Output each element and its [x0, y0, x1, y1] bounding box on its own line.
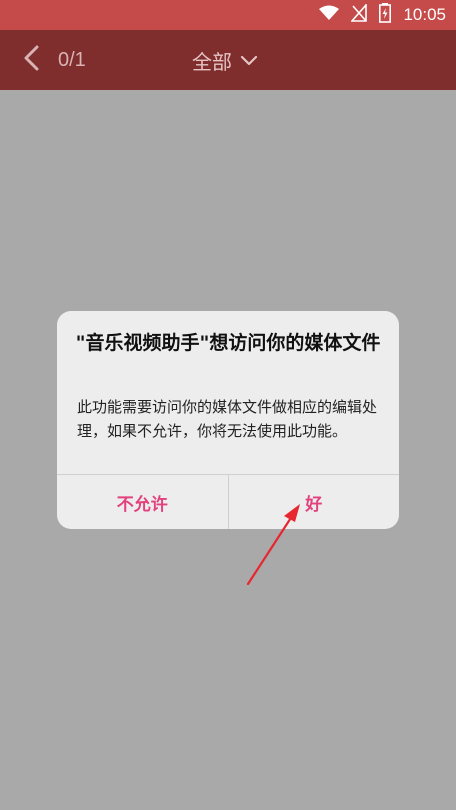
deny-button[interactable]: 不允许 [57, 475, 228, 529]
signal-off-icon [350, 2, 368, 26]
dialog-message: 此功能需要访问你的媒体文件做相应的编辑处理，如果不允许，你将无法使用此功能。 [77, 398, 378, 440]
battery-charging-icon [379, 3, 392, 27]
dialog-actions: 不允许 好 [57, 474, 399, 529]
red-arrow-icon [240, 500, 310, 594]
chevron-left-icon [23, 45, 39, 75]
status-icons: 10:05 [319, 0, 446, 30]
status-bar: 10:05 [0, 0, 456, 30]
chevron-down-icon [240, 48, 258, 72]
app-header: 0/1 全部 [0, 30, 456, 90]
permission-dialog: "音乐视频助手"想访问你的媒体文件 此功能需要访问你的媒体文件做相应的编辑处理，… [57, 311, 399, 529]
status-time: 10:05 [403, 5, 446, 24]
back-button[interactable] [18, 45, 44, 75]
page-counter: 0/1 [58, 49, 86, 71]
dialog-title: "音乐视频助手"想访问你的媒体文件 [75, 332, 381, 354]
wifi-icon [319, 5, 340, 25]
filter-dropdown[interactable]: 全部 [192, 30, 258, 90]
filter-label: 全部 [192, 49, 232, 74]
